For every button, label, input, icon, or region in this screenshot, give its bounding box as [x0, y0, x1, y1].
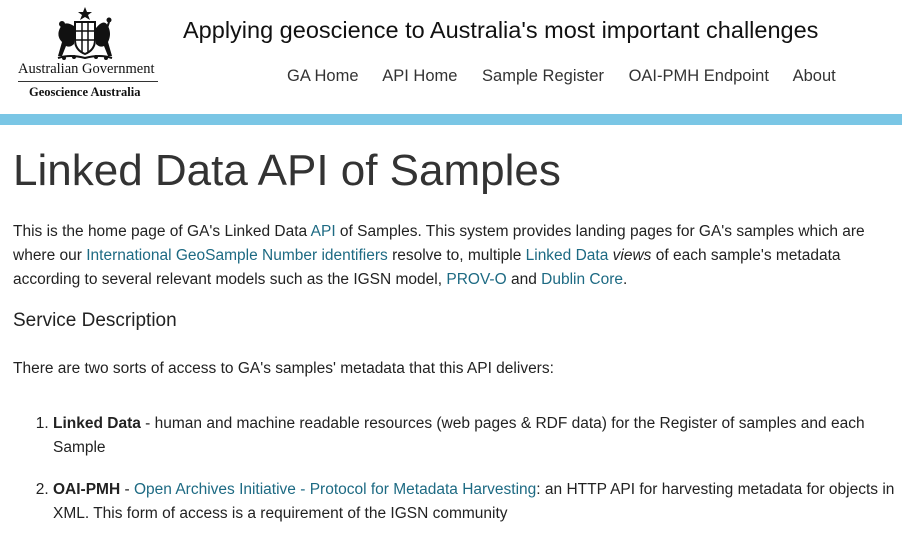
- api-link[interactable]: API: [311, 223, 336, 240]
- list-item-title: Linked Data: [53, 415, 141, 433]
- access-description: There are two sorts of access to GA's sa…: [13, 360, 554, 378]
- nav-about[interactable]: About: [793, 67, 836, 85]
- government-name: Australian Government: [18, 61, 155, 77]
- intro-text: and: [506, 271, 542, 289]
- linked-data-link[interactable]: Linked Data: [526, 247, 609, 264]
- nav-ga-home[interactable]: GA Home: [287, 67, 359, 85]
- oai-pmh-link[interactable]: Open Archives Initiative - Protocol for …: [134, 481, 536, 498]
- list-item: Linked Data - human and machine readable…: [53, 412, 902, 460]
- main-content: Linked Data API of Samples This is the h…: [13, 125, 902, 544]
- igsn-link[interactable]: International GeoSample Number identifie…: [86, 247, 388, 264]
- site-tagline: Applying geoscience to Australia's most …: [183, 17, 819, 43]
- agency-name: Geoscience Australia: [29, 85, 141, 99]
- coat-of-arms-icon: [57, 7, 113, 60]
- intro-paragraph: This is the home page of GA's Linked Dat…: [13, 220, 902, 292]
- government-logo[interactable]: Australian Government Geoscience Austral…: [14, 6, 160, 102]
- list-item-separator: -: [120, 481, 134, 499]
- intro-text: .: [623, 271, 628, 289]
- logo-divider: [18, 81, 158, 82]
- dublin-core-link[interactable]: Dublin Core: [541, 271, 623, 288]
- site-header: Australian Government Geoscience Austral…: [0, 0, 902, 114]
- intro-text: resolve to, multiple: [387, 247, 526, 265]
- list-item-title: OAI-PMH: [53, 481, 121, 499]
- list-item: OAI-PMH - Open Archives Initiative - Pro…: [53, 478, 902, 526]
- page-title: Linked Data API of Samples: [13, 146, 561, 195]
- service-description-heading: Service Description: [13, 310, 177, 332]
- intro-text: This is the home page of GA's Linked Dat…: [13, 223, 311, 241]
- list-item-text: - human and machine readable resources (…: [53, 415, 865, 457]
- prov-o-link[interactable]: PROV-O: [446, 271, 506, 288]
- views-emphasis: views: [612, 247, 652, 265]
- header-band: [0, 114, 902, 125]
- access-list: Linked Data - human and machine readable…: [13, 412, 902, 526]
- nav-sample-register[interactable]: Sample Register: [482, 67, 604, 85]
- nav-oai-pmh-endpoint[interactable]: OAI-PMH Endpoint: [629, 67, 769, 85]
- main-nav: GA Home API Home Sample Register OAI-PMH…: [287, 67, 856, 86]
- nav-api-home[interactable]: API Home: [382, 67, 457, 85]
